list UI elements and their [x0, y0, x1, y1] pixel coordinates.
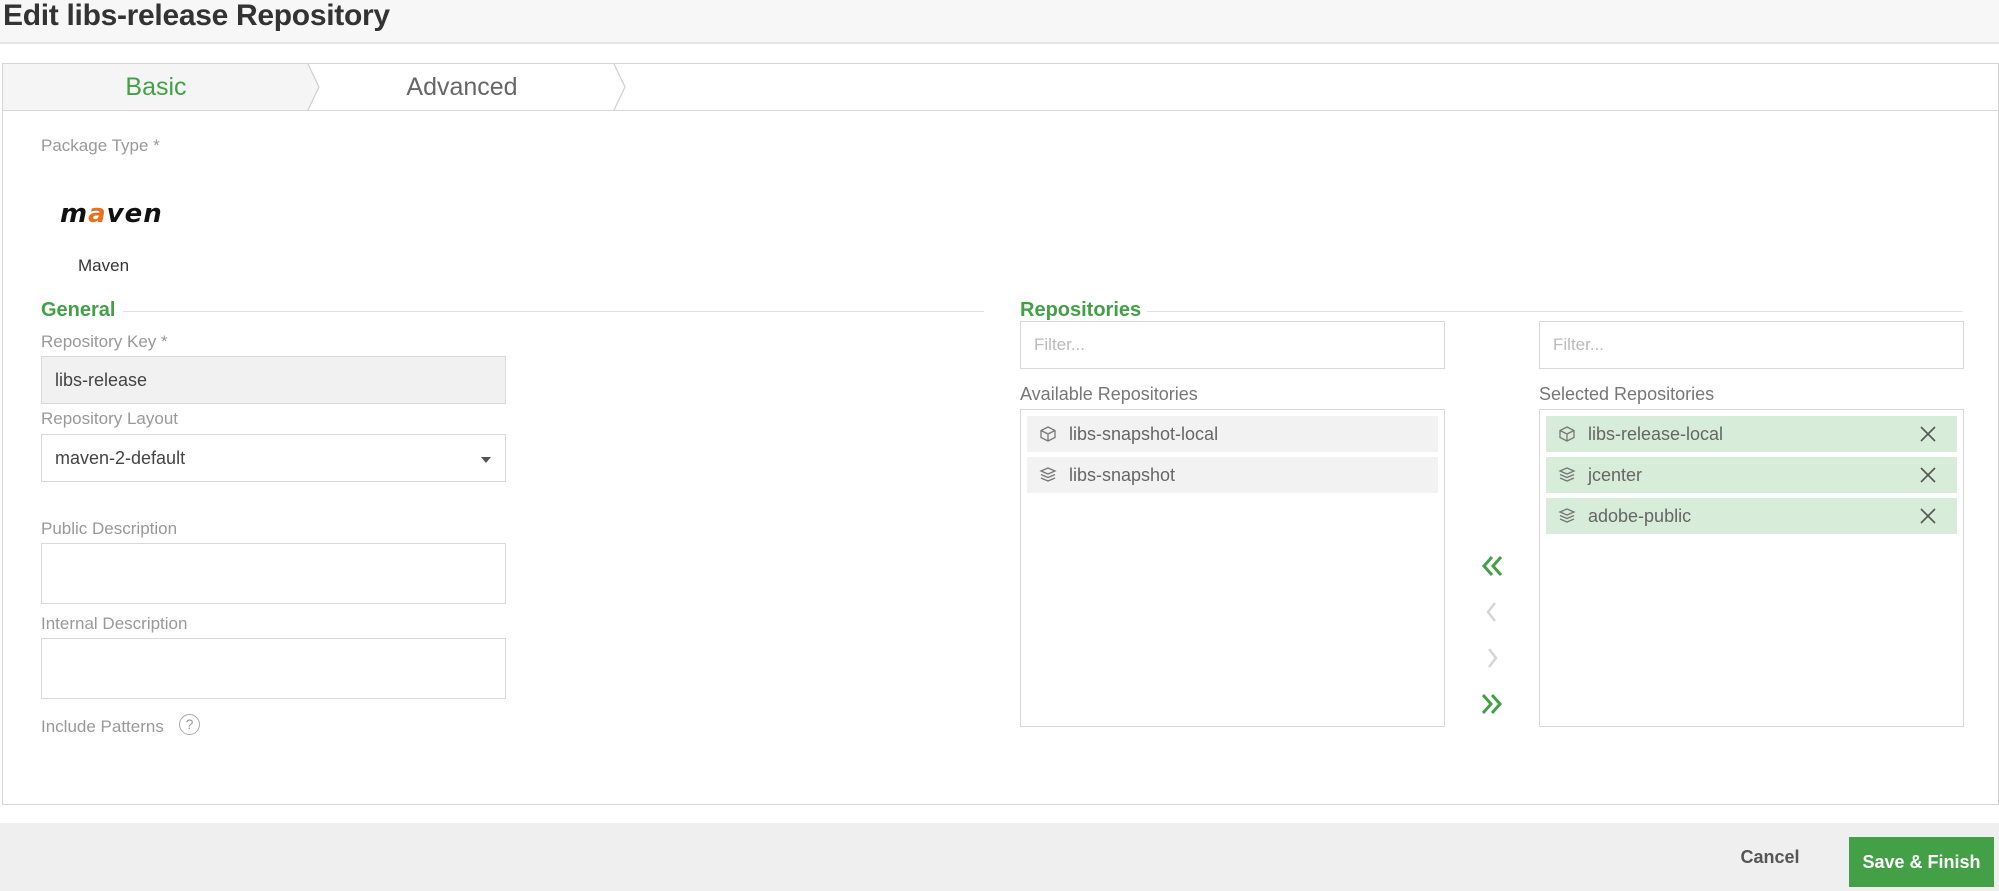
wizard-tabs: Basic Advanced — [3, 64, 1999, 111]
package-type-label: Package Type * — [41, 136, 160, 155]
repository-layout-value: maven-2-default — [55, 447, 186, 468]
tab-separator-icon — [613, 64, 626, 110]
selected-repositories-list: libs-release-local jcenter adobe-public — [1539, 409, 1964, 727]
close-icon[interactable] — [1919, 425, 1937, 443]
tab-basic[interactable]: Basic — [3, 64, 309, 110]
footer-bar: Cancel Save & Finish — [0, 823, 1999, 891]
internal-description-label: Internal Description — [41, 614, 188, 633]
close-icon[interactable] — [1919, 507, 1937, 525]
help-icon[interactable]: ? — [179, 714, 200, 735]
stack-icon — [1558, 508, 1576, 523]
add-selected-button[interactable] — [1479, 597, 1505, 627]
repositories-divider — [1147, 311, 1963, 312]
package-type-name: Maven — [78, 256, 130, 275]
wizard-panel: Basic Advanced Package Type * maven Mave… — [2, 63, 1999, 805]
repository-key-field[interactable]: libs-release — [41, 356, 506, 404]
box-icon — [1559, 426, 1575, 442]
include-patterns-label: Include Patterns — [41, 717, 164, 736]
stack-icon — [1039, 467, 1057, 482]
list-item[interactable]: adobe-public — [1546, 498, 1957, 534]
repository-key-value: libs-release — [55, 369, 148, 390]
repository-layout-select[interactable]: maven-2-default — [41, 434, 506, 482]
box-icon — [1040, 426, 1056, 442]
public-description-field[interactable] — [41, 543, 506, 604]
save-finish-button[interactable]: Save & Finish — [1849, 837, 1994, 887]
stack-icon — [1558, 467, 1576, 482]
maven-logo[interactable]: maven — [60, 199, 163, 229]
list-item[interactable]: jcenter — [1546, 457, 1957, 493]
repository-key-label: Repository Key * — [41, 332, 168, 351]
internal-description-field[interactable] — [41, 638, 506, 699]
general-section-title: General — [41, 299, 116, 321]
caret-down-icon — [481, 457, 491, 463]
repositories-section-title: Repositories — [1020, 299, 1142, 321]
close-icon[interactable] — [1919, 466, 1937, 484]
selected-filter-input[interactable]: Filter... — [1539, 321, 1964, 369]
available-repositories-list: libs-snapshot-local libs-snapshot — [1020, 409, 1445, 727]
selected-repositories-label: Selected Repositories — [1539, 384, 1715, 404]
page-header: Edit libs-release Repository — [0, 0, 1999, 44]
available-repositories-label: Available Repositories — [1020, 384, 1198, 404]
add-all-button[interactable] — [1479, 551, 1505, 581]
basic-tab-content: Package Type * maven Maven General Repos… — [3, 111, 1999, 805]
list-item[interactable]: libs-snapshot — [1027, 457, 1438, 493]
available-filter-input[interactable]: Filter... — [1020, 321, 1445, 369]
list-item[interactable]: libs-snapshot-local — [1027, 416, 1438, 452]
page-title: Edit libs-release Repository — [3, 0, 390, 32]
repository-layout-label: Repository Layout — [41, 409, 179, 428]
list-item[interactable]: libs-release-local — [1546, 416, 1957, 452]
general-divider — [123, 311, 984, 312]
public-description-label: Public Description — [41, 519, 178, 538]
tab-advanced[interactable]: Advanced — [309, 64, 615, 110]
cancel-button[interactable]: Cancel — [1735, 839, 1805, 875]
remove-all-button[interactable] — [1479, 689, 1505, 719]
remove-selected-button[interactable] — [1479, 643, 1505, 673]
